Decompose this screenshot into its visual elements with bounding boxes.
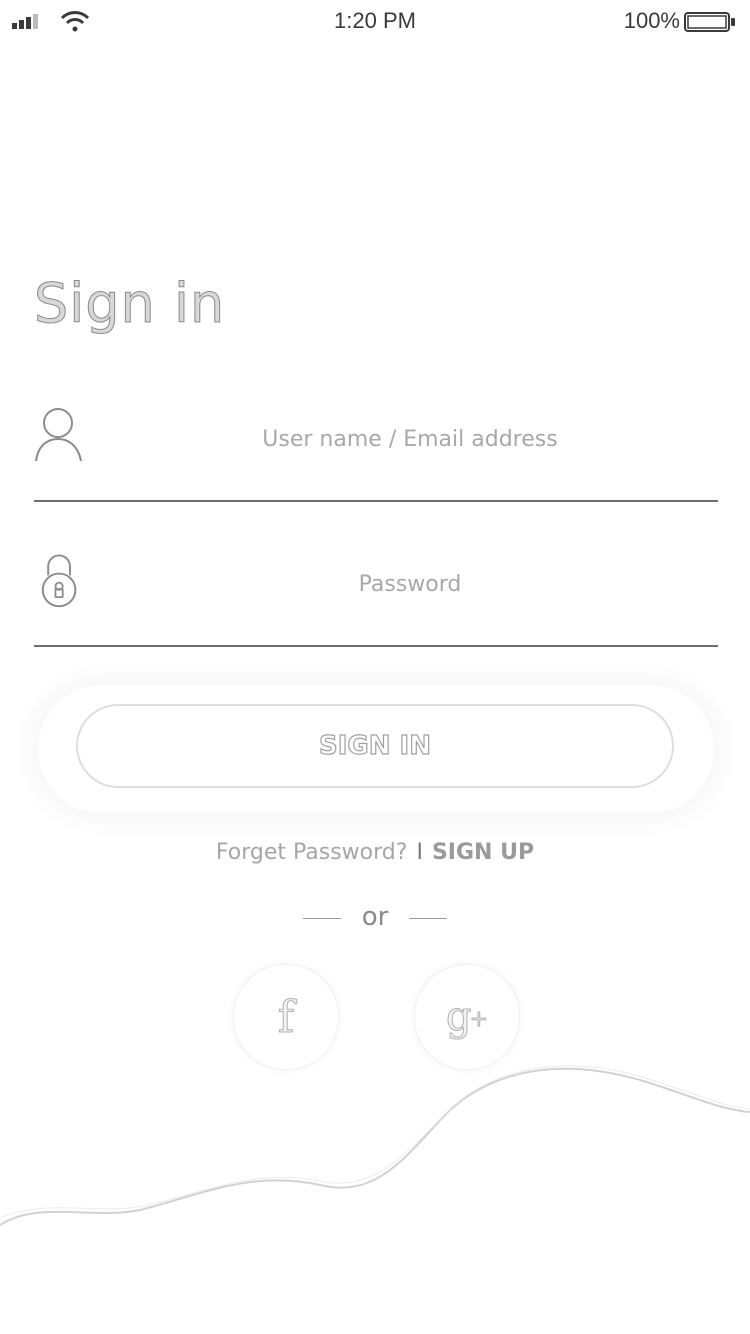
battery-percent: 100% xyxy=(623,8,680,33)
links-separator: I xyxy=(416,840,423,865)
forgot-password-link[interactable]: Forget Password? xyxy=(216,840,408,865)
username-field xyxy=(34,390,722,502)
battery-icon xyxy=(684,12,735,32)
or-label: or xyxy=(361,902,389,932)
user-icon xyxy=(35,408,82,462)
divider-line-right xyxy=(409,918,447,919)
password-field xyxy=(34,535,722,647)
padlock-icon xyxy=(41,554,77,608)
facebook-icon: f xyxy=(277,991,295,1043)
google-plus-login-button[interactable]: g+ xyxy=(414,964,520,1070)
account-links: Forget Password? I SIGN UP xyxy=(0,840,750,865)
status-bar: 1:20 PM 100% xyxy=(0,0,750,44)
or-divider: or xyxy=(0,898,750,938)
signin-button-label: SIGN IN xyxy=(318,730,431,761)
google-plus-icon: g+ xyxy=(445,994,489,1041)
decorative-wave xyxy=(0,1065,750,1226)
signup-link[interactable]: SIGN UP xyxy=(432,840,534,865)
password-input[interactable] xyxy=(98,553,722,615)
username-input[interactable] xyxy=(98,408,722,470)
facebook-login-button[interactable]: f xyxy=(233,964,339,1070)
signin-button[interactable]: SIGN IN xyxy=(76,704,674,788)
page-title: Sign in xyxy=(33,272,226,336)
